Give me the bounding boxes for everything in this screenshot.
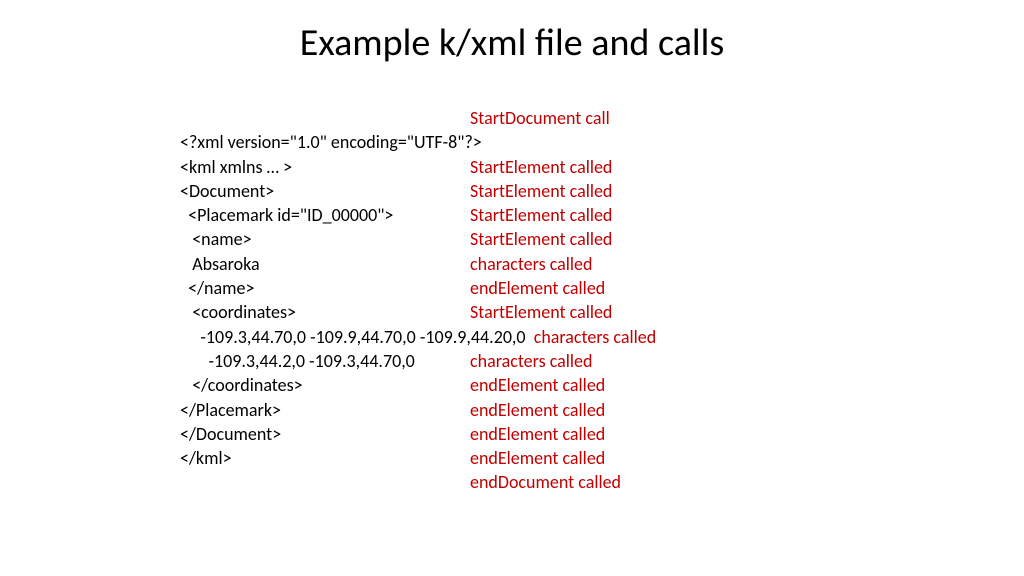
xml-text: </Placemark> bbox=[180, 398, 470, 422]
xml-text: <kml xmlns … > bbox=[180, 155, 470, 179]
call-text: endElement called bbox=[470, 276, 605, 300]
call-text: endElement called bbox=[470, 373, 605, 397]
code-row: <Placemark id="ID_00000">StartElement ca… bbox=[180, 203, 1024, 227]
xml-text: <?xml version="1.0" encoding="UTF-8"?> bbox=[180, 130, 482, 154]
xml-text: </kml> bbox=[180, 446, 470, 470]
code-row: <Document>StartElement called bbox=[180, 179, 1024, 203]
xml-text: -109.3,44.70,0 -109.9,44.70,0 -109.9,44.… bbox=[180, 325, 534, 349]
xml-text: </coordinates> bbox=[180, 373, 470, 397]
code-row: StartDocument call bbox=[180, 106, 1024, 130]
call-text: StartElement called bbox=[470, 179, 612, 203]
code-row: Absarokacharacters called bbox=[180, 252, 1024, 276]
xml-text: <Placemark id="ID_00000"> bbox=[180, 203, 470, 227]
call-text: characters called bbox=[470, 349, 592, 373]
xml-text: <name> bbox=[180, 227, 470, 251]
code-row: </Document>endElement called bbox=[180, 422, 1024, 446]
code-row: <coordinates>StartElement called bbox=[180, 300, 1024, 324]
code-row: -109.3,44.70,0 -109.9,44.70,0 -109.9,44.… bbox=[180, 325, 1024, 349]
code-row: </Placemark>endElement called bbox=[180, 398, 1024, 422]
call-text: characters called bbox=[534, 325, 656, 349]
call-text: endElement called bbox=[470, 446, 605, 470]
xml-text: </name> bbox=[180, 276, 470, 300]
xml-text: <Document> bbox=[180, 179, 470, 203]
call-text: characters called bbox=[470, 252, 592, 276]
xml-text: </Document> bbox=[180, 422, 470, 446]
xml-text: -109.3,44.2,0 -109.3,44.70,0 bbox=[180, 349, 470, 373]
call-text: StartElement called bbox=[470, 227, 612, 251]
call-text: StartElement called bbox=[470, 155, 612, 179]
call-text: StartElement called bbox=[470, 203, 612, 227]
xml-text: <coordinates> bbox=[180, 300, 470, 324]
call-text: StartDocument call bbox=[470, 106, 610, 130]
xml-text: Absaroka bbox=[180, 252, 470, 276]
code-row: <kml xmlns … >StartElement called bbox=[180, 155, 1024, 179]
code-row: <name>StartElement called bbox=[180, 227, 1024, 251]
code-row: -109.3,44.2,0 -109.3,44.70,0characters c… bbox=[180, 349, 1024, 373]
slide-content: StartDocument call <?xml version="1.0" e… bbox=[0, 106, 1024, 495]
slide-title: Example k/xml file and calls bbox=[0, 0, 1024, 106]
code-row: </kml>endElement called bbox=[180, 446, 1024, 470]
call-text: StartElement called bbox=[470, 300, 612, 324]
code-row: endDocument called bbox=[180, 470, 1024, 494]
code-row: <?xml version="1.0" encoding="UTF-8"?> bbox=[180, 130, 1024, 154]
call-text: endDocument called bbox=[470, 470, 621, 494]
call-text: endElement called bbox=[470, 398, 605, 422]
call-text: endElement called bbox=[470, 422, 605, 446]
xml-text bbox=[180, 470, 470, 494]
xml-text bbox=[180, 106, 470, 130]
code-row: </name>endElement called bbox=[180, 276, 1024, 300]
code-row: </coordinates>endElement called bbox=[180, 373, 1024, 397]
